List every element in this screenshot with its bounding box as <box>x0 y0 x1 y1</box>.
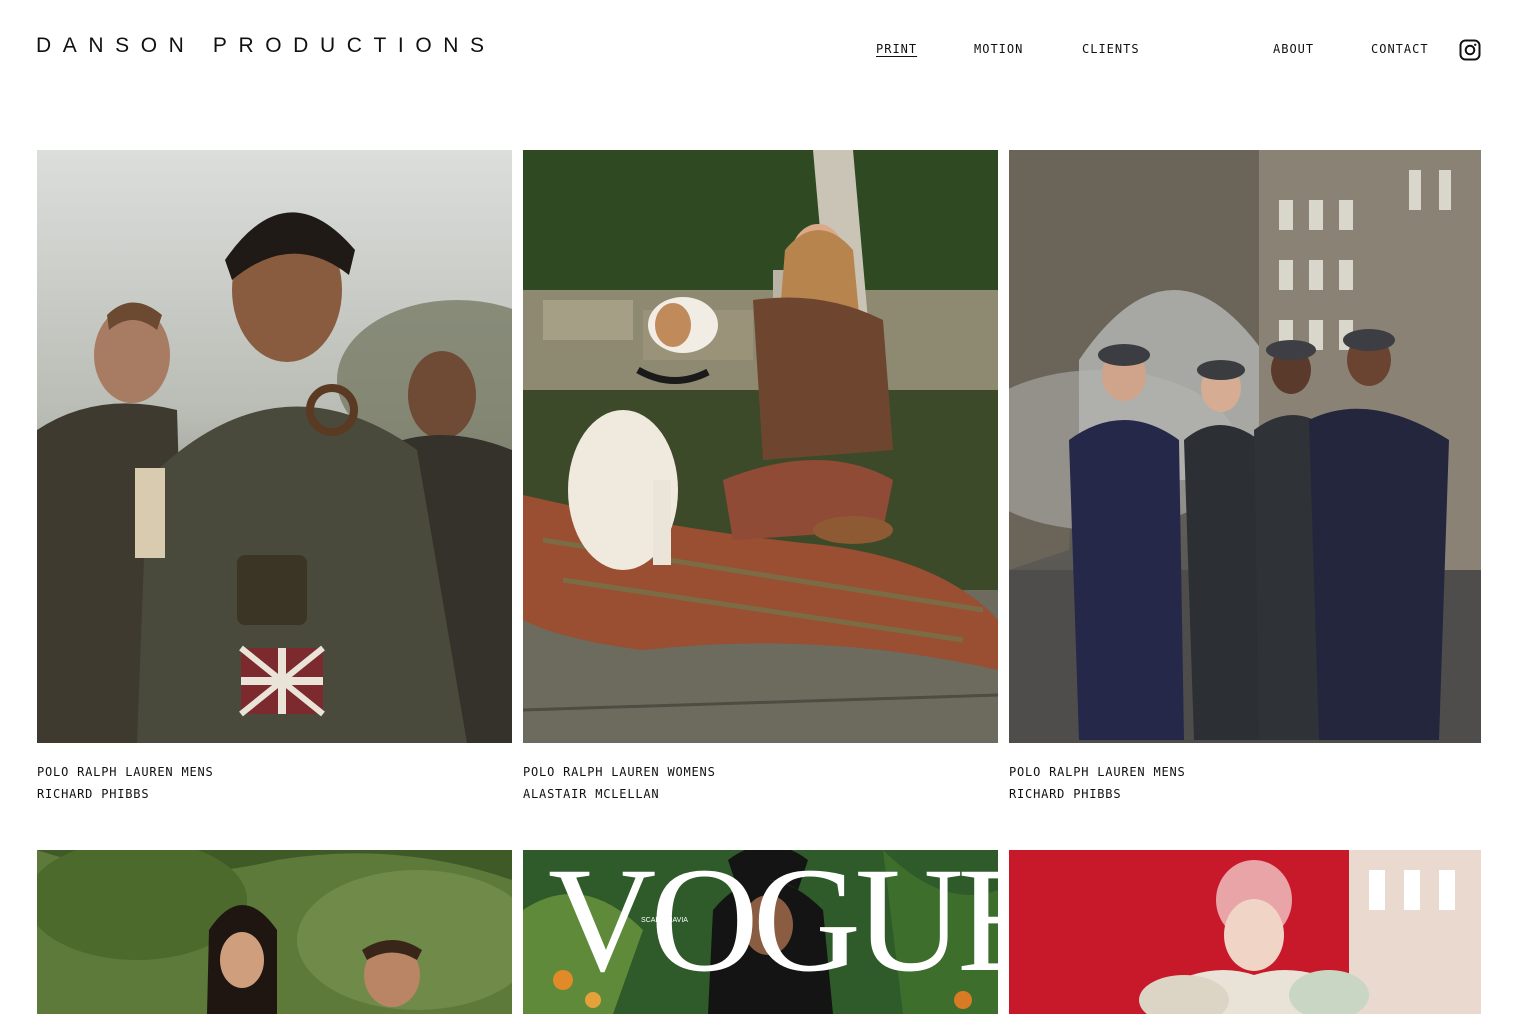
vogue-edition: SCANDINAVIA <box>641 917 688 924</box>
campaign-photo-red[interactable] <box>1009 850 1481 1014</box>
nav-contact[interactable]: CONTACT <box>1371 42 1429 56</box>
vogue-cover-photo[interactable]: VOGUE SCANDINAVIA <box>523 850 998 1014</box>
campaign-photo-riders[interactable] <box>37 150 512 743</box>
nav-clients[interactable]: CLIENTS <box>1082 42 1140 56</box>
nav-motion[interactable]: MOTION <box>974 42 1023 56</box>
instagram-icon[interactable] <box>1459 39 1481 61</box>
card-photographer[interactable]: ALASTAIR MCLELLAN <box>523 783 716 805</box>
campaign-photo-couple[interactable] <box>37 850 512 1014</box>
site-logo[interactable]: DANSON PRODUCTIONS <box>36 34 496 58</box>
campaign-photo-street[interactable] <box>1009 150 1481 743</box>
vogue-masthead: VOGUE <box>548 850 998 1003</box>
nav-print[interactable]: PRINT <box>876 42 917 56</box>
campaign-photo-dog[interactable] <box>523 150 998 743</box>
card-brand[interactable]: POLO RALPH LAUREN WOMENS <box>523 761 716 783</box>
card-photographer[interactable]: RICHARD PHIBBS <box>1009 783 1186 805</box>
card-brand[interactable]: POLO RALPH LAUREN MENS <box>37 761 214 783</box>
card-brand[interactable]: POLO RALPH LAUREN MENS <box>1009 761 1186 783</box>
nav-about[interactable]: ABOUT <box>1273 42 1314 56</box>
card-photographer[interactable]: RICHARD PHIBBS <box>37 783 214 805</box>
